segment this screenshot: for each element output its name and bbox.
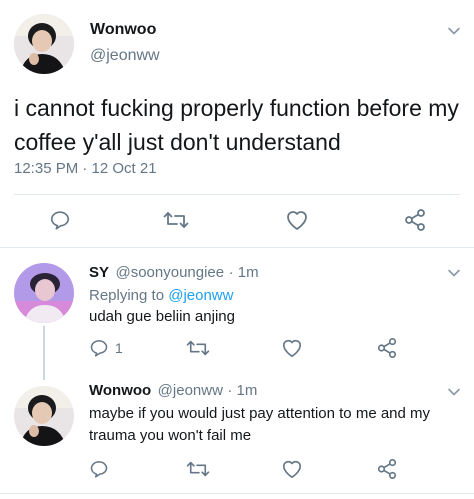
reply-2-header: Wonwoo @jeonww · 1m (89, 382, 257, 400)
main-tweet-text: i cannot fucking properly function befor… (14, 95, 459, 155)
reply-1-avatar[interactable] (14, 263, 74, 323)
reply-2-time[interactable]: · 1m (227, 382, 257, 399)
reply-2-reply-button[interactable] (89, 459, 109, 479)
main-tweet-divider (14, 194, 460, 195)
reply-1-header: SY @soonyoungiee · 1m (89, 264, 259, 282)
main-tweet-avatar[interactable] (14, 14, 74, 74)
reply-1-reply-count: 1 (115, 340, 123, 356)
main-tweet-timestamp[interactable]: 12:35 PM · 12 Oct 21 (14, 160, 157, 177)
like-icon (285, 209, 309, 231)
chevron-down-icon[interactable] (447, 24, 461, 38)
reply-2-text: maybe if you would just pay attention to… (89, 405, 431, 444)
share-icon (376, 458, 398, 480)
replying-to-label: Replying to (89, 287, 165, 304)
reply-2-author-name[interactable]: Wonwoo (89, 382, 151, 399)
reply-2-author-handle[interactable]: @jeonww (158, 382, 223, 399)
like-icon (281, 338, 303, 358)
reply-1-like-button[interactable] (281, 338, 303, 358)
reply-1-author-handle[interactable]: @soonyoungiee (115, 264, 224, 281)
reply-1-author-name[interactable]: SY (89, 264, 109, 281)
main-like-button[interactable] (285, 209, 309, 231)
share-icon (376, 337, 398, 359)
like-icon (281, 459, 303, 479)
reply-icon (89, 459, 109, 479)
main-reply-button[interactable] (49, 209, 71, 231)
retweet-icon (186, 459, 210, 479)
reply-1-reply-button[interactable]: 1 (89, 338, 123, 358)
reply-1-text: udah gue beliin anjing (89, 308, 235, 325)
reply-1-retweet-button[interactable] (186, 338, 210, 358)
section-divider (0, 247, 474, 248)
main-retweet-button[interactable] (163, 209, 189, 231)
chevron-down-icon[interactable] (447, 385, 461, 399)
replying-to-link[interactable]: @jeonww (168, 287, 233, 304)
reply-1-replying-to: Replying to @jeonww (89, 285, 233, 307)
main-author-name[interactable]: Wonwoo (90, 21, 156, 39)
reply-icon (89, 338, 109, 358)
reply-1-time[interactable]: · 1m (229, 264, 259, 281)
reply-2-like-button[interactable] (281, 459, 303, 479)
retweet-icon (186, 338, 210, 358)
bottom-divider (0, 493, 474, 494)
main-share-button[interactable] (403, 208, 427, 232)
reply-2-avatar[interactable] (14, 386, 74, 446)
thread-connector-line (43, 326, 45, 380)
reply-2-share-button[interactable] (376, 458, 398, 480)
retweet-icon (163, 209, 189, 231)
reply-1-share-button[interactable] (376, 337, 398, 359)
reply-icon (49, 209, 71, 231)
chevron-down-icon[interactable] (447, 266, 461, 280)
main-author-handle[interactable]: @jeonww (90, 47, 160, 65)
reply-2-retweet-button[interactable] (186, 459, 210, 479)
share-icon (403, 208, 427, 232)
